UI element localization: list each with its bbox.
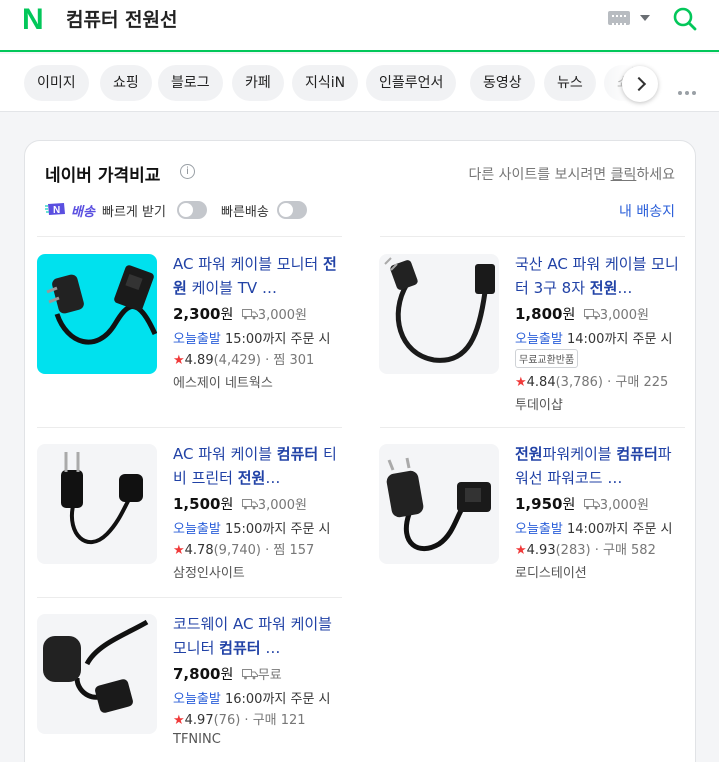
- delivery-info: 오늘출발 15:00까지 주문 시: [173, 522, 331, 537]
- tab-video[interactable]: 동영상: [470, 65, 535, 101]
- fast-delivery-toggle[interactable]: [277, 201, 307, 219]
- rating: ★4.93(283) · 구매 582: [515, 543, 656, 558]
- search-header: N 컴퓨터 전원선: [0, 0, 719, 52]
- rating: ★4.89(4,429) · 찜 301: [173, 353, 315, 368]
- truck-icon: [241, 669, 258, 680]
- caret-down-icon[interactable]: [640, 15, 650, 21]
- star-icon: ★: [173, 713, 185, 728]
- product-card[interactable]: 국산 AC 파워 케이블 모니터 3구 8자 전원… 1,800원 3,000원…: [379, 254, 684, 422]
- fast-receive-label: 빠르게 받기: [102, 205, 166, 220]
- seller-name[interactable]: 에스제이 네트웍스: [173, 372, 273, 391]
- star-icon: ★: [515, 543, 527, 558]
- card-title: 네이버 가격비교: [45, 166, 161, 186]
- tab-cafe[interactable]: 카페: [232, 65, 284, 101]
- product-card[interactable]: 전원파워케이블 컴퓨터파워선 파워코드 … 1,950원 3,000원 오늘출발…: [379, 444, 684, 612]
- info-icon[interactable]: i: [180, 164, 195, 179]
- chevron-right-icon[interactable]: [622, 66, 658, 102]
- tab-images[interactable]: 이미지: [24, 65, 89, 101]
- divider: [37, 427, 342, 428]
- product-image[interactable]: [379, 444, 499, 564]
- product-title[interactable]: 전원파워케이블 컴퓨터파워선 파워코드 …: [515, 442, 685, 490]
- search-icon[interactable]: [672, 6, 698, 32]
- seller-name[interactable]: TFNINC: [173, 732, 221, 747]
- truck-icon: [583, 499, 600, 510]
- product-title[interactable]: AC 파워 케이블 모니터 전원 케이블 TV …: [173, 252, 343, 300]
- product-price: 1,500원 3,000원: [173, 495, 307, 513]
- product-image[interactable]: [37, 254, 157, 374]
- product-price: 1,800원 3,000원: [515, 305, 649, 323]
- product-title[interactable]: 코드웨이 AC 파워 케이블 모니터 컴퓨터 …: [173, 612, 343, 660]
- star-icon: ★: [173, 353, 185, 368]
- free-return-badge: 무료교환반품: [515, 349, 579, 368]
- product-image[interactable]: [379, 254, 499, 374]
- delivery-info: 오늘출발 14:00까지 주문 시: [515, 332, 673, 347]
- star-icon: ★: [173, 543, 185, 558]
- truck-icon: [241, 309, 258, 320]
- fast-receive-toggle[interactable]: [177, 201, 207, 219]
- divider: [37, 236, 342, 237]
- rating: ★4.78(9,740) · 찜 157: [173, 543, 315, 558]
- product-price: 7,800원 무료: [173, 665, 282, 683]
- keyboard-icon[interactable]: [608, 11, 630, 25]
- delivery-info: 오늘출발 14:00까지 주문 시: [515, 522, 673, 537]
- product-title[interactable]: AC 파워 케이블 컴퓨터 티비 프린터 전원…: [173, 442, 343, 490]
- seller-name[interactable]: 삼정인사이트: [173, 562, 245, 581]
- tab-blog[interactable]: 블로그: [158, 65, 223, 101]
- truck-icon: [241, 499, 258, 510]
- product-card[interactable]: 코드웨이 AC 파워 케이블 모니터 컴퓨터 … 7,800원 무료 오늘출발 …: [37, 614, 342, 762]
- product-card[interactable]: AC 파워 케이블 모니터 전원 케이블 TV … 2,300원 3,000원 …: [37, 254, 342, 422]
- other-site-notice: 다른 사이트를 보시려면 클릭하세요: [468, 167, 675, 183]
- delivery-info: 오늘출발 15:00까지 주문 시: [173, 332, 331, 347]
- tab-news[interactable]: 뉴스: [544, 65, 596, 101]
- other-site-link[interactable]: 클릭: [611, 167, 637, 183]
- divider: [380, 236, 685, 237]
- search-query[interactable]: 컴퓨터 전원선: [66, 7, 178, 33]
- delivery-info: 오늘출발 16:00까지 주문 시: [173, 692, 331, 707]
- product-image[interactable]: [37, 614, 157, 734]
- product-title[interactable]: 국산 AC 파워 케이블 모니터 3구 8자 전원…: [515, 252, 685, 300]
- divider: [380, 427, 685, 428]
- product-price: 1,950원 3,000원: [515, 495, 649, 513]
- rating: ★4.84(3,786) · 구매 225: [515, 375, 669, 390]
- truck-icon: [583, 309, 600, 320]
- tab-kin[interactable]: 지식iN: [292, 65, 359, 101]
- more-icon[interactable]: [678, 80, 700, 95]
- tab-shopping[interactable]: 쇼핑: [100, 65, 152, 101]
- product-card[interactable]: AC 파워 케이블 컴퓨터 티비 프린터 전원… 1,500원 3,000원 오…: [37, 444, 342, 612]
- product-image[interactable]: [37, 444, 157, 564]
- product-price: 2,300원 3,000원: [173, 305, 307, 323]
- delivery-badge-icon: N: [45, 203, 65, 216]
- delivery-label: 배송: [71, 205, 95, 220]
- my-address-link[interactable]: 내 배송지: [619, 201, 675, 221]
- svg-text:N: N: [53, 205, 60, 216]
- seller-name[interactable]: 로디스테이션: [515, 562, 587, 581]
- seller-name[interactable]: 투데이샵: [515, 394, 563, 413]
- fast-delivery-label: 빠른배송: [221, 205, 269, 220]
- search-tabs: 이미지 쇼핑 블로그 카페 지식iN 인플루언서 동영상 뉴스 쇼: [0, 54, 719, 112]
- tab-influencer[interactable]: 인플루언서: [366, 65, 457, 101]
- naver-logo[interactable]: N: [22, 5, 52, 35]
- rating: ★4.97(76) · 구매 121: [173, 713, 306, 728]
- star-icon: ★: [515, 375, 527, 390]
